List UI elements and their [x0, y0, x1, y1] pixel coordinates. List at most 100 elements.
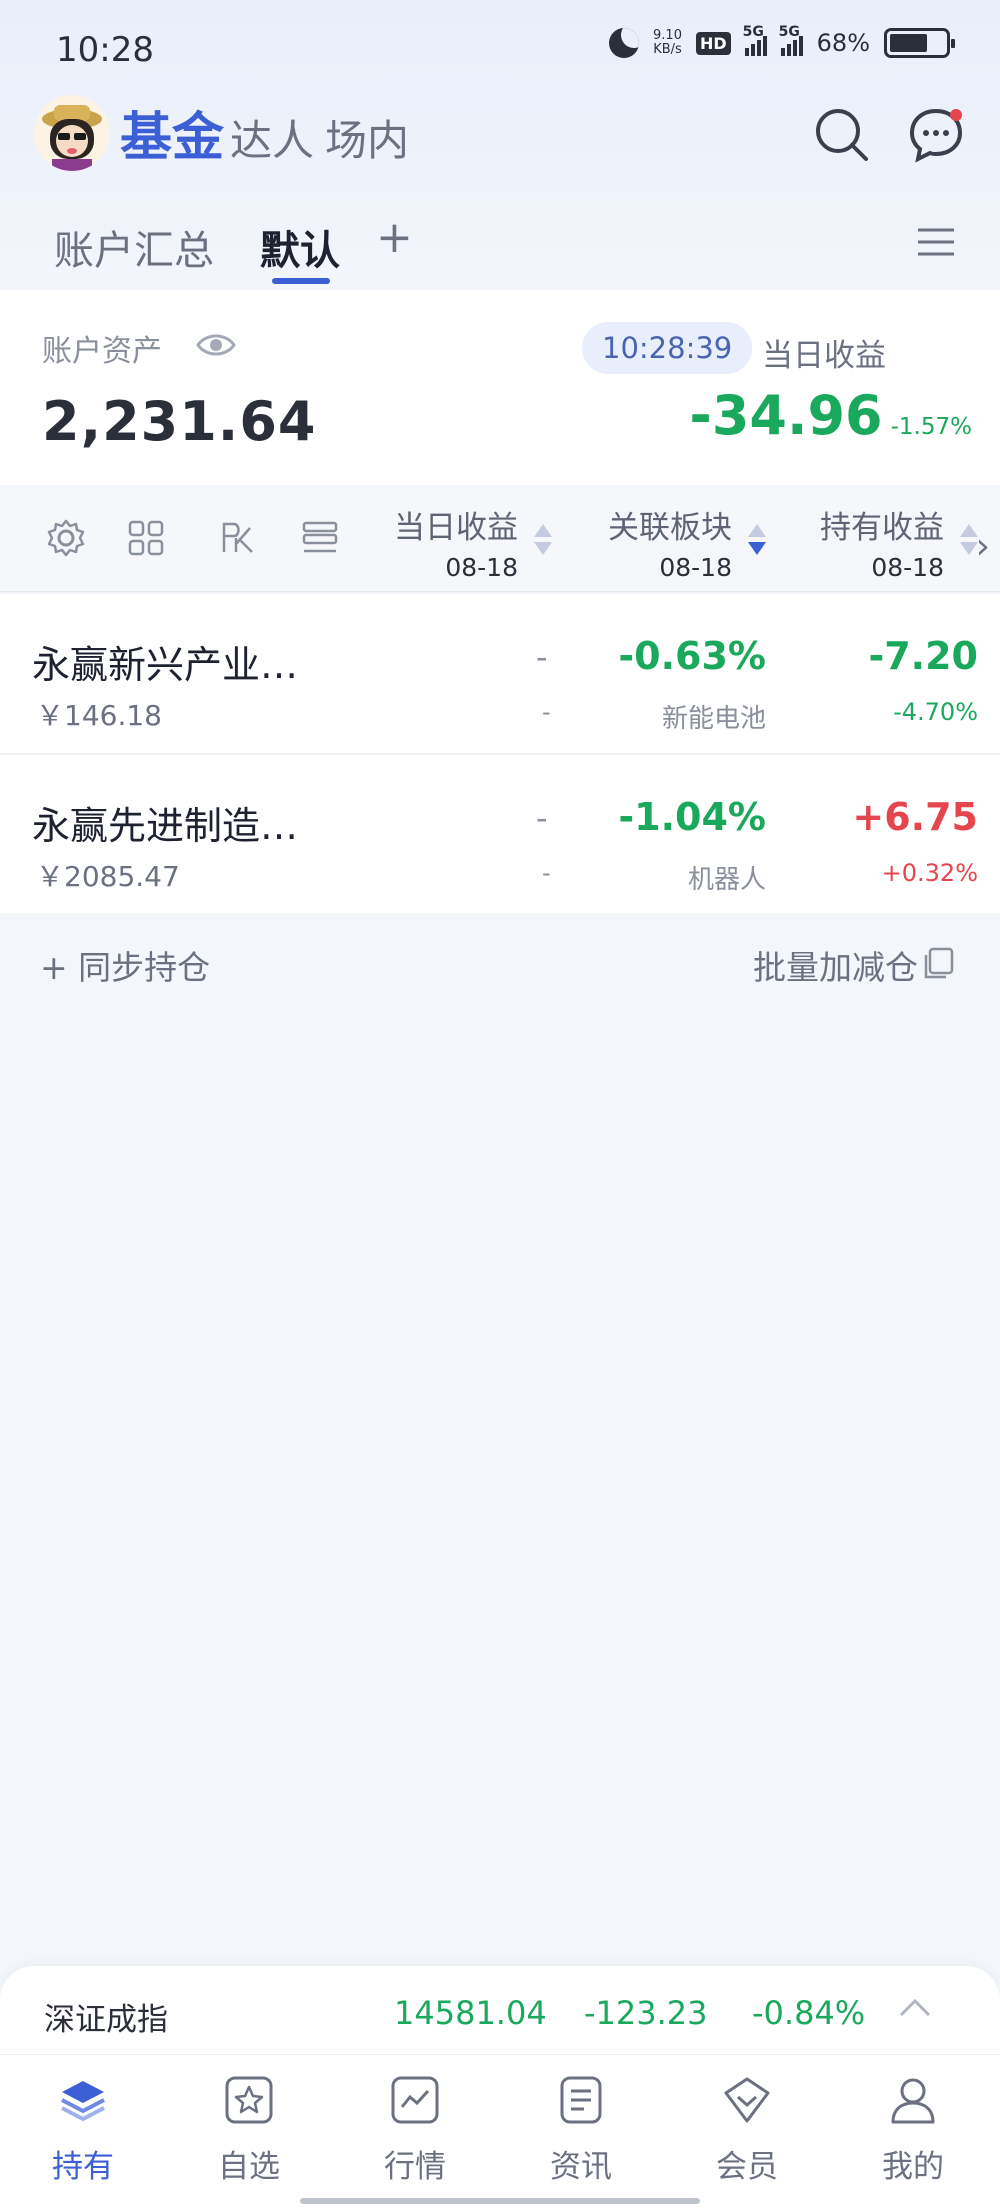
index-ticker[interactable]: 深证成指 14581.04 -123.23 -0.84% [0, 1966, 1000, 2056]
tab-exchange[interactable]: 场内 [325, 107, 409, 168]
sector-change: -1.04% [618, 795, 766, 839]
holdings-actions: + 同步持仓 批量加减仓 [0, 915, 1000, 1005]
chart-rk-icon[interactable] [218, 518, 258, 558]
status-time: 10:28 [56, 30, 154, 70]
nav-label: 持有 [52, 2149, 114, 2185]
fund-amount: ￥2085.47 [36, 860, 180, 893]
daily-income-percent: -1.57% [890, 414, 972, 440]
nav-news[interactable]: 资讯 [498, 2055, 664, 2195]
eye-icon[interactable] [196, 330, 236, 364]
holding-income-pct: -4.70% [893, 698, 978, 726]
nav-label: 行情 [384, 2149, 446, 2185]
daily-income-value: -34.96 [689, 384, 883, 447]
fund-daily-income: - [536, 638, 548, 676]
star-icon [224, 2075, 274, 2125]
network-speed-unit: KB/s [653, 42, 682, 57]
column-daily-income[interactable]: 当日收益 08-18 [394, 502, 518, 582]
nav-holdings[interactable]: 持有 [0, 2055, 166, 2195]
tab-experts[interactable]: 达人 [230, 107, 314, 168]
status-icons: 9.10 KB/s HD 5G 5G 68% [609, 24, 955, 58]
daily-income-label: 当日收益 [762, 338, 886, 374]
column-title: 持有收益 [820, 510, 944, 546]
diamond-icon [722, 2075, 772, 2125]
daily-income: -34.96 -1.57% [689, 384, 972, 447]
chevron-right-icon[interactable]: › [976, 526, 990, 567]
holding-income: -7.20 [868, 634, 978, 678]
column-date: 08-18 [659, 553, 732, 582]
holdings-column-header: 当日收益 08-18 关联板块 08-18 持有收益 08-18 › [0, 488, 1000, 592]
message-icon[interactable] [906, 105, 966, 165]
sync-holdings-button[interactable]: + 同步持仓 [40, 941, 210, 989]
notification-dot [950, 109, 962, 121]
column-title: 关联板块 [608, 510, 732, 546]
nav-label: 我的 [882, 2149, 944, 2185]
bottom-navigation: 持有 自选 行情 资讯 会员 我的 [0, 2054, 1000, 2211]
column-date: 08-18 [445, 553, 518, 582]
sort-icon[interactable] [748, 524, 768, 566]
nav-watchlist[interactable]: 自选 [166, 2055, 332, 2195]
index-change-pct: -0.84% [752, 1994, 866, 2032]
fund-daily-income-pct: - [542, 859, 551, 887]
fund-name: 永赢先进制造… [32, 804, 299, 848]
search-icon[interactable] [812, 105, 872, 165]
tab-fund[interactable]: 基金 [120, 95, 224, 170]
sector-name: 机器人 [687, 865, 766, 895]
holding-income-pct: +0.32% [881, 859, 978, 887]
nav-label: 自选 [218, 2149, 280, 2185]
tab-default[interactable]: 默认 [260, 218, 340, 276]
list-icon[interactable] [300, 518, 340, 558]
account-asset-card: 账户资产 2,231.64 10:28:39 当日收益 -34.96 -1.57… [0, 290, 1000, 485]
active-tab-indicator [272, 278, 330, 284]
holding-income: +6.75 [852, 795, 978, 839]
signal-icon-sim2: 5G [779, 24, 803, 56]
column-date: 08-18 [871, 553, 944, 582]
fund-daily-income-pct: - [542, 698, 551, 726]
sector-name: 新能电池 [661, 704, 766, 734]
chevron-up-icon[interactable] [898, 1996, 932, 2022]
portfolio-tabs: 账户汇总 默认 + [0, 210, 1000, 290]
nav-market[interactable]: 行情 [332, 2055, 498, 2195]
avatar[interactable] [34, 95, 110, 171]
fund-daily-income: - [536, 799, 548, 837]
network-speed: 9.10 KB/s [653, 29, 682, 57]
hd-icon: HD [695, 31, 731, 55]
network-speed-value: 9.10 [653, 28, 682, 43]
nav-label: 资讯 [550, 2149, 612, 2185]
chart-icon [390, 2075, 440, 2125]
column-related-sector[interactable]: 关联板块 08-18 [608, 502, 732, 582]
settings-icon[interactable] [46, 518, 86, 558]
user-icon [888, 2075, 938, 2125]
app-header: 基金 达人 场内 [0, 95, 1000, 205]
fund-row[interactable]: 永赢先进制造… ￥2085.47 - - -1.04% 机器人 +6.75 +0… [0, 755, 1000, 915]
nav-profile[interactable]: 我的 [830, 2055, 996, 2195]
battery-icon [884, 28, 955, 58]
grid-icon[interactable] [126, 518, 166, 558]
asset-value: 2,231.64 [42, 390, 317, 453]
asset-label: 账户资产 [42, 334, 162, 369]
do-not-disturb-icon [609, 28, 640, 58]
sector-change: -0.63% [618, 634, 766, 678]
column-holding-income[interactable]: 持有收益 08-18 [820, 502, 944, 582]
index-name: 深证成指 [44, 2002, 168, 2038]
menu-icon[interactable] [916, 222, 956, 266]
battery-percent: 68% [816, 29, 870, 57]
index-value: 14581.04 [394, 1994, 547, 2032]
news-icon [556, 2075, 606, 2125]
nav-label: 会员 [716, 2149, 778, 2185]
tab-account-summary[interactable]: 账户汇总 [54, 218, 214, 276]
sim2-label: 5G [778, 24, 800, 40]
layers-icon [58, 2075, 108, 2125]
column-title: 当日收益 [394, 510, 518, 546]
fund-row[interactable]: 永赢新兴产业… ￥146.18 - - -0.63% 新能电池 -7.20 -4… [0, 594, 1000, 754]
fund-amount: ￥146.18 [36, 699, 162, 732]
fund-name: 永赢新兴产业… [32, 643, 299, 687]
sim1-label: 5G [742, 24, 764, 40]
sort-icon[interactable] [534, 524, 554, 566]
nav-membership[interactable]: 会员 [664, 2055, 830, 2195]
batch-adjust-button[interactable]: 批量加减仓 [753, 941, 918, 989]
copy-icon[interactable] [920, 945, 956, 985]
signal-icon-sim1: 5G [743, 24, 767, 56]
home-indicator[interactable] [300, 2198, 700, 2204]
add-portfolio-button[interactable]: + [376, 212, 413, 263]
index-change: -123.23 [584, 1994, 708, 2032]
